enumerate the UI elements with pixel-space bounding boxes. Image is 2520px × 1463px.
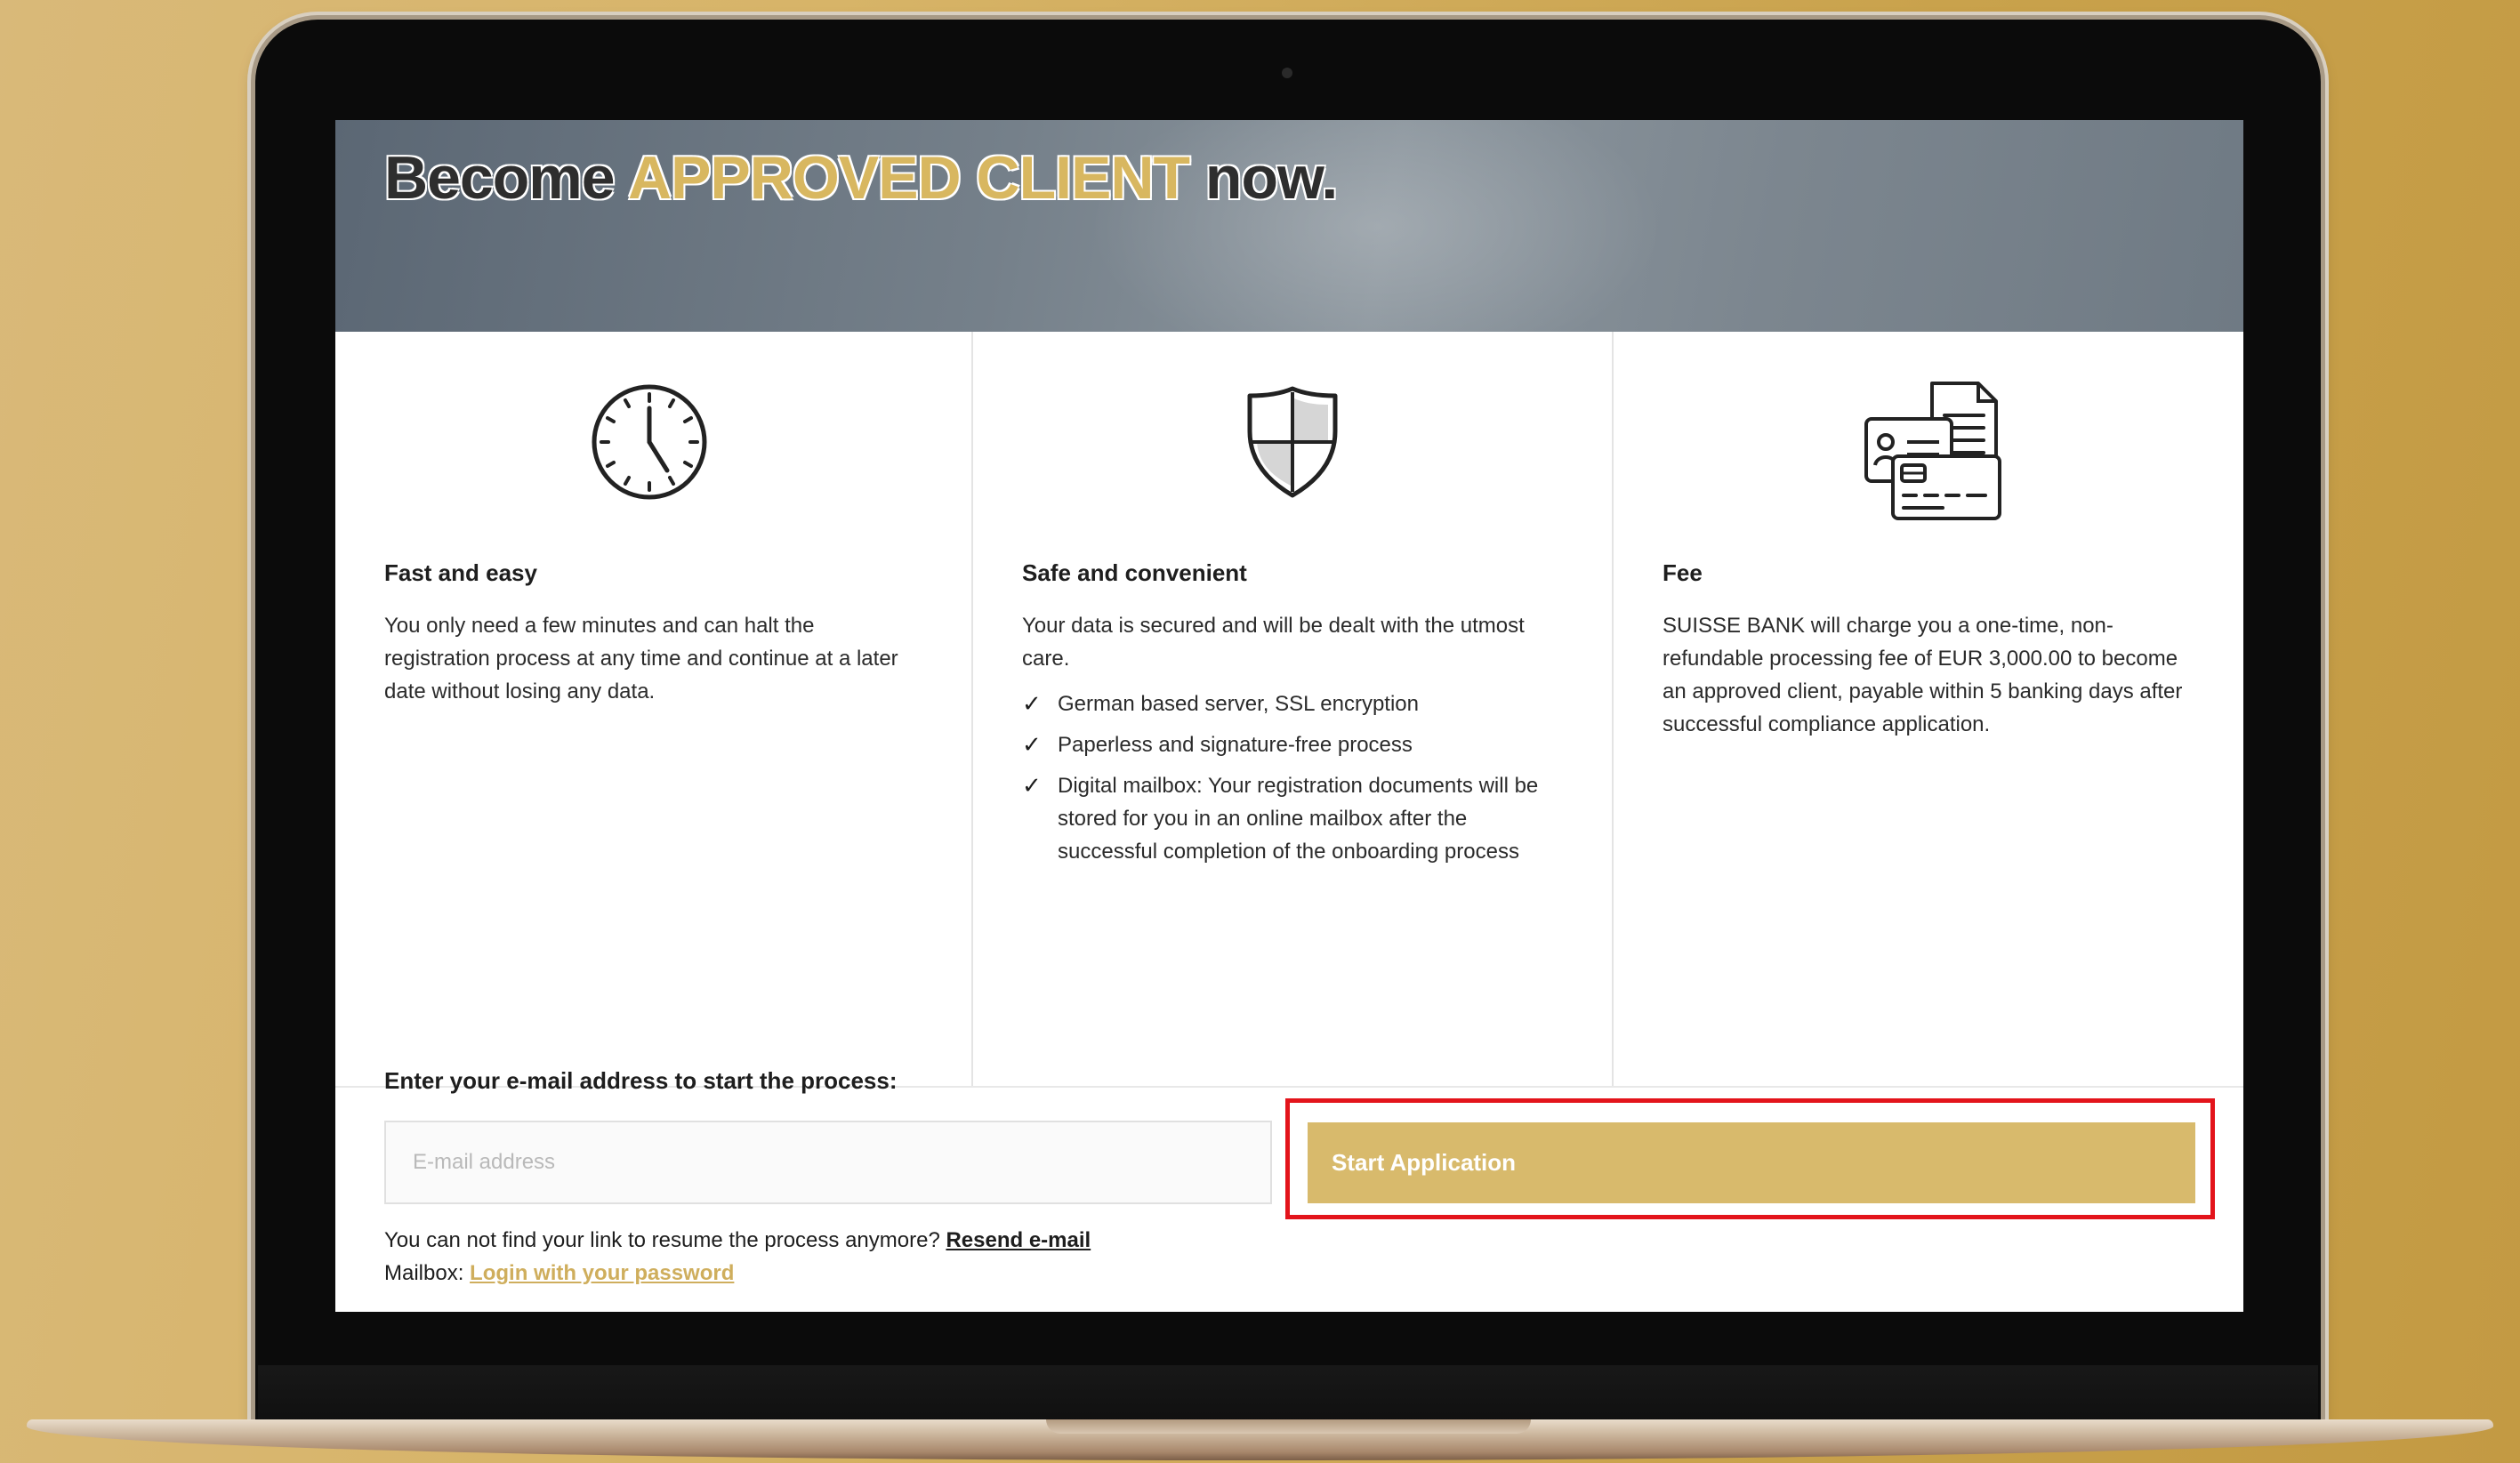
title-suffix: now. <box>1204 144 1338 212</box>
start-application-button[interactable]: Start Application <box>1308 1122 2195 1203</box>
screen: Become APPROVED CLIENT now. Fast and eas… <box>335 120 2243 1312</box>
title-prefix: Become <box>384 144 616 212</box>
documents-card-icon <box>1864 382 2001 520</box>
security-checklist: ✓ German based server, SSL encryption ✓ … <box>1022 687 1556 876</box>
webcam <box>1282 68 1292 78</box>
feature-title: Safe and convenient <box>1022 559 1247 586</box>
feature-title: Fast and easy <box>384 559 537 586</box>
features-section: Fast and easy You only need a few minute… <box>335 332 2243 1088</box>
feature-description: SUISSE BANK will charge you a one-time, … <box>1663 614 2183 736</box>
mailbox-line: Mailbox: Login with your password <box>384 1261 734 1286</box>
feature-description: Your data is secured and will be dealt w… <box>1022 614 1525 671</box>
feature-title: Fee <box>1663 559 1703 586</box>
resend-text: You can not find your link to resume the… <box>384 1228 940 1252</box>
clock-icon <box>592 384 707 500</box>
mailbox-label: Mailbox: <box>384 1261 464 1285</box>
hero-banner: Become APPROVED CLIENT now. <box>335 120 2243 387</box>
laptop-notch <box>1046 1419 1531 1434</box>
checkmark-icon: ✓ <box>1022 772 1042 799</box>
checklist-item: ✓ Digital mailbox: Your registration doc… <box>1022 769 1556 868</box>
feature-description: You only need a few minutes and can halt… <box>384 614 898 703</box>
shield-icon <box>1247 386 1338 498</box>
title-accent: APPROVED CLIENT <box>627 144 1190 212</box>
email-field[interactable] <box>384 1121 1272 1204</box>
resend-line: You can not find your link to resume the… <box>384 1228 1091 1253</box>
feature-fast-easy: Fast and easy You only need a few minute… <box>335 332 973 1088</box>
page-title: Become APPROVED CLIENT now. <box>384 143 1338 213</box>
checklist-text: Paperless and signature-free process <box>1058 733 1413 757</box>
resend-email-link[interactable]: Resend e-mail <box>946 1228 1091 1252</box>
checkmark-icon: ✓ <box>1022 731 1042 758</box>
checkmark-icon: ✓ <box>1022 690 1042 717</box>
checklist-item: ✓ Paperless and signature-free process <box>1022 728 1556 761</box>
laptop-chin <box>258 1365 2318 1423</box>
login-password-link[interactable]: Login with your password <box>470 1261 734 1285</box>
checklist-text: German based server, SSL encryption <box>1058 692 1419 716</box>
feature-fee: Fee SUISSE BANK will charge you a one-ti… <box>1614 332 2243 1088</box>
feature-safe-convenient: Safe and convenient Your data is secured… <box>973 332 1614 1088</box>
checklist-text: Digital mailbox: Your registration docum… <box>1058 774 1539 864</box>
checklist-item: ✓ German based server, SSL encryption <box>1022 687 1556 720</box>
email-prompt-label: Enter your e-mail address to start the p… <box>384 1067 898 1094</box>
